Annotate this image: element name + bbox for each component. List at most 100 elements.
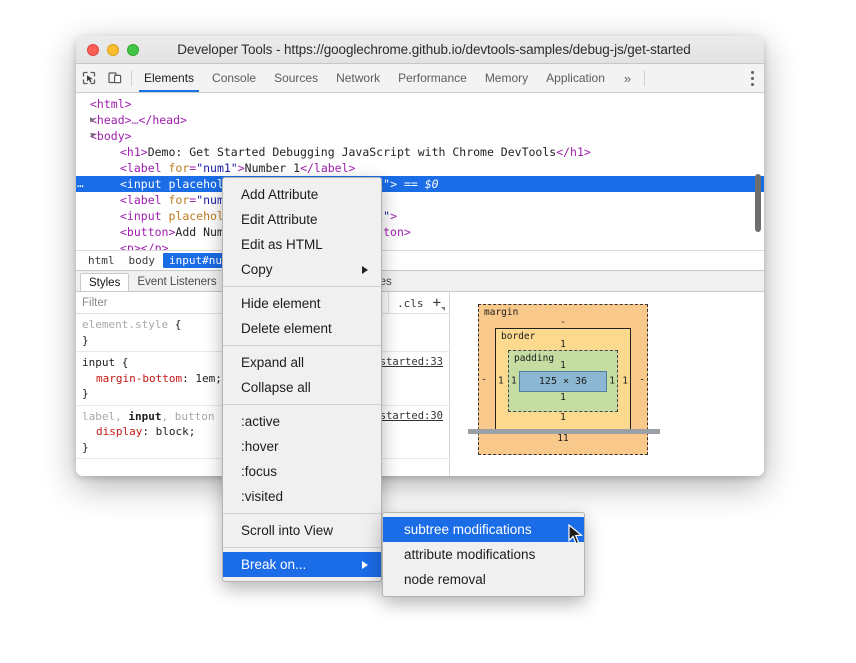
more-options-icon[interactable]: [740, 64, 764, 92]
css-rule-close: }: [82, 387, 89, 400]
dom-tree-scrollbar[interactable]: [755, 174, 761, 232]
menu-item-hover[interactable]: :hover: [223, 434, 381, 459]
margin-right-value[interactable]: -: [639, 374, 645, 385]
submenu-item-subtree-modifications[interactable]: subtree modifications: [383, 517, 584, 542]
menu-item-edit-as-html[interactable]: Edit as HTML: [223, 232, 381, 257]
cls-button[interactable]: .cls: [397, 297, 424, 310]
dom-tree-panel[interactable]: <html> ▶ <head>…</head> ▼ <body> <h1>Dem…: [76, 93, 764, 250]
css-property-name[interactable]: margin-bottom: [82, 372, 182, 385]
class-toggle-group[interactable]: .cls +: [388, 292, 449, 314]
menu-item-focus[interactable]: :focus: [223, 459, 381, 484]
breadcrumb-item-html[interactable]: html: [82, 253, 121, 268]
css-selector[interactable]: input: [82, 356, 115, 369]
filter-input[interactable]: Filter: [82, 297, 108, 309]
margin-top-value[interactable]: -: [495, 317, 631, 328]
window-controls[interactable]: [76, 43, 139, 56]
close-window-button[interactable]: [87, 43, 99, 56]
dom-row[interactable]: <label for="num1">Number 1</label>: [76, 160, 764, 176]
css-property-name[interactable]: display: [82, 425, 142, 438]
border-bottom-value[interactable]: 1: [508, 412, 618, 423]
menu-item-expand-all[interactable]: Expand all: [223, 350, 381, 375]
collapse-triangle-icon[interactable]: ▼: [90, 128, 95, 144]
tab-application[interactable]: Application: [537, 64, 614, 92]
dom-row[interactable]: ▶ <head>…</head>: [76, 112, 764, 128]
dom-row[interactable]: <label for="num2">Number 2</label>: [76, 192, 764, 208]
dom-row[interactable]: <html>: [76, 96, 764, 112]
dom-row[interactable]: <p></p>: [76, 240, 764, 250]
tab-sources[interactable]: Sources: [265, 64, 327, 92]
menu-item-edit-attribute[interactable]: Edit Attribute: [223, 207, 381, 232]
window-title: Developer Tools - https://googlechrome.g…: [177, 42, 691, 57]
break-on-submenu[interactable]: subtree modifications attribute modifica…: [382, 512, 585, 597]
menu-item-delete-element[interactable]: Delete element: [223, 316, 381, 341]
padding-left-value[interactable]: 1: [511, 376, 517, 387]
menu-item-copy[interactable]: Copy: [223, 257, 381, 282]
border-right-value[interactable]: 1: [622, 375, 628, 386]
mouse-cursor: [568, 523, 584, 551]
selected-node-ref: == $0: [403, 177, 439, 191]
window-titlebar[interactable]: Developer Tools - https://googlechrome.g…: [76, 36, 764, 64]
submenu-arrow-icon: [362, 265, 368, 274]
tab-label: Network: [336, 71, 381, 85]
margin-left-value[interactable]: -: [481, 374, 487, 385]
new-style-rule-button[interactable]: +: [433, 295, 446, 311]
css-selector[interactable]: element.style: [82, 318, 168, 331]
box-model-content[interactable]: 125 × 36: [519, 371, 607, 392]
h1-text: Demo: Get Started Debugging JavaScript w…: [147, 145, 557, 159]
css-property-value[interactable]: 1em;: [195, 372, 222, 385]
tab-label: Application: [546, 71, 605, 85]
css-property-value[interactable]: block;: [156, 425, 196, 438]
submenu-arrow-icon: [362, 560, 368, 569]
context-menu[interactable]: Add Attribute Edit Attribute Edit as HTM…: [222, 177, 382, 582]
tab-memory[interactable]: Memory: [476, 64, 537, 92]
menu-separator: [223, 513, 381, 514]
tab-label: Console: [212, 71, 257, 85]
dom-row[interactable]: ▼ <body>: [76, 128, 764, 144]
tab-event-listeners[interactable]: Event Listeners: [129, 273, 224, 291]
chevron-double-right-icon[interactable]: »: [614, 64, 641, 92]
tab-performance[interactable]: Performance: [389, 64, 476, 92]
menu-separator: [223, 547, 381, 548]
padding-bottom-value[interactable]: 1: [519, 392, 607, 403]
menu-item-visited[interactable]: :visited: [223, 484, 381, 509]
css-rule-close: }: [82, 440, 89, 454]
tab-elements[interactable]: Elements: [135, 64, 203, 92]
inspect-element-icon[interactable]: [76, 64, 102, 92]
box-model-baseline: [468, 429, 660, 434]
dom-row[interactable]: <button>Add Number 1 and Number 2</butto…: [76, 224, 764, 240]
breadcrumb-item-body[interactable]: body: [123, 253, 162, 268]
border-label: border: [501, 331, 536, 342]
tab-console[interactable]: Console: [203, 64, 265, 92]
margin-bottom-value[interactable]: 11: [495, 433, 631, 444]
menu-item-active[interactable]: :active: [223, 409, 381, 434]
padding-right-value[interactable]: 1: [609, 376, 615, 387]
menu-item-add-attribute[interactable]: Add Attribute: [223, 182, 381, 207]
box-model-border[interactable]: border 1 1 1 padding 1 1 1 125 × 36 1 1: [495, 328, 631, 433]
menu-item-scroll-into-view[interactable]: Scroll into View: [223, 518, 381, 543]
toolbar-divider: [131, 70, 132, 86]
expand-triangle-icon[interactable]: ▶: [90, 112, 95, 128]
dom-row[interactable]: <input placeholder="Number 2" id="num2">: [76, 208, 764, 224]
padding-label: padding: [514, 353, 555, 364]
node-dots-badge: …: [77, 177, 85, 190]
tab-styles[interactable]: Styles: [80, 273, 130, 291]
tab-network[interactable]: Network: [327, 64, 389, 92]
dom-row[interactable]: <h1>Demo: Get Started Debugging JavaScri…: [76, 144, 764, 160]
menu-item-collapse-all[interactable]: Collapse all: [223, 375, 381, 400]
devtools-tabstrip[interactable]: Elements Console Sources Network Perform…: [76, 64, 764, 93]
box-model-padding[interactable]: padding 1 1 1 125 × 36 1: [508, 350, 618, 412]
menu-item-hide-element[interactable]: Hide element: [223, 291, 381, 316]
styles-pane-tabs[interactable]: Styles Event Listeners DOM Breakpoints P…: [76, 270, 764, 292]
menu-item-label: Break on...: [241, 557, 307, 572]
border-left-value[interactable]: 1: [498, 375, 504, 386]
submenu-item-attribute-modifications[interactable]: attribute modifications: [383, 542, 584, 567]
margin-label: margin: [484, 307, 519, 318]
maximize-window-button[interactable]: [127, 43, 139, 56]
menu-item-break-on[interactable]: Break on...: [223, 552, 381, 577]
submenu-item-node-removal[interactable]: node removal: [383, 567, 584, 592]
breadcrumb[interactable]: html body input#num1: [76, 250, 764, 270]
label1-text: Number 1: [244, 161, 301, 175]
minimize-window-button[interactable]: [107, 43, 119, 56]
dom-row-selected[interactable]: … <input placeholder="Number 1" id="num1…: [76, 176, 764, 192]
device-toolbar-icon[interactable]: [102, 64, 128, 92]
